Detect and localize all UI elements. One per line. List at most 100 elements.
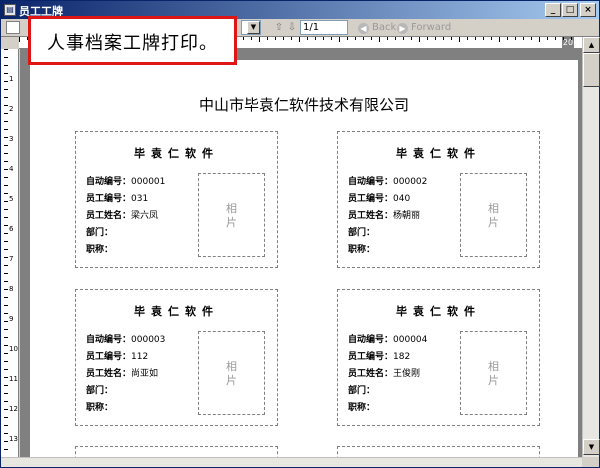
ruler-tick	[4, 441, 8, 442]
vertical-ruler: 1 2 3 4 5 6 7 8 9 10 11 12 13	[1, 49, 19, 457]
ruler-tick	[483, 37, 484, 40]
ruler-tick	[4, 361, 8, 362]
ruler-tick	[379, 37, 380, 42]
back-button[interactable]: ◀ Back	[358, 21, 396, 35]
minimize-button[interactable]: _	[545, 3, 561, 17]
employee-name-field: 员工姓名：梁六凤	[86, 211, 159, 221]
ruler-tick	[419, 37, 420, 42]
photo-label-2: 片	[226, 216, 237, 229]
ruler-tick	[347, 37, 348, 40]
ruler-tick	[323, 37, 324, 40]
ruler-tick	[4, 337, 8, 338]
ruler-number: 1	[9, 75, 14, 83]
job-title-field: 职称：	[348, 403, 376, 413]
preview-canvas: 中山市毕袁仁软件技术有限公司 毕袁仁软件 自动编号：000001 员工编号：03…	[20, 49, 582, 457]
maximize-button[interactable]: □	[562, 3, 578, 17]
badge-card-partial	[75, 446, 278, 457]
company-name: 中山市毕袁仁软件技术有限公司	[198, 96, 409, 114]
ruler-tick	[307, 37, 308, 40]
zoom-combo[interactable]: ▼	[241, 20, 261, 35]
ruler-tick	[4, 129, 8, 130]
department-field: 部门：	[86, 386, 114, 396]
ruler-tick	[435, 37, 436, 40]
report-preview-window: ▤ 员工工牌 _ □ × ▼ ⇧ ⇩ 1/1 ◀ Back ▶ Forward 20…	[0, 0, 600, 468]
auto-number-field: 自动编号：000004	[348, 335, 428, 345]
scroll-down-icon[interactable]: ▼	[583, 439, 600, 455]
ruler-tick	[4, 105, 8, 106]
ruler-number: 8	[9, 285, 14, 293]
department-field: 部门：	[348, 386, 376, 396]
ruler-tick	[291, 37, 292, 40]
ruler-tick	[4, 113, 8, 114]
ruler-tick	[363, 37, 364, 40]
employee-name-field: 员工姓名：杨朝丽	[348, 211, 421, 221]
nav-up-icon[interactable]: ⇧	[274, 21, 284, 34]
ruler-tick	[403, 37, 404, 40]
page-number-field[interactable]: 1/1	[300, 20, 348, 35]
ruler-tick	[4, 177, 8, 178]
ruler-tick	[4, 273, 8, 274]
forward-label: Forward	[411, 22, 452, 33]
ruler-tick	[4, 401, 8, 402]
ruler-tick	[19, 37, 20, 42]
ruler-tick	[243, 37, 244, 40]
ruler-number: 13	[9, 435, 18, 443]
ruler-tick	[4, 345, 8, 346]
ruler-tick	[4, 217, 8, 218]
ruler-tick	[4, 201, 8, 202]
ruler-tick	[4, 89, 8, 90]
ruler-tick	[4, 393, 8, 394]
scroll-thumb[interactable]	[583, 53, 600, 87]
ruler-tick	[4, 97, 8, 98]
ruler-tick	[4, 81, 8, 82]
ruler-tick	[563, 37, 564, 40]
page-setup-icon[interactable]	[6, 21, 20, 34]
ruler-tick	[531, 37, 532, 40]
ruler-tick	[4, 49, 8, 50]
ruler-number: 11	[9, 375, 18, 383]
photo-placeholder: 相 片	[460, 331, 527, 415]
employee-name-field: 员工姓名：王俊刚	[348, 369, 421, 379]
ruler-tick	[4, 321, 8, 322]
nav-down-icon[interactable]: ⇩	[287, 21, 297, 34]
ruler-tick	[499, 37, 500, 42]
photo-placeholder: 相 片	[198, 173, 265, 257]
ruler-number: 2	[9, 105, 14, 113]
auto-number-field: 自动编号：000001	[86, 177, 166, 187]
horizontal-scrollbar[interactable]	[1, 457, 582, 467]
ruler-number: 5	[9, 195, 14, 203]
photo-label-2: 片	[226, 374, 237, 387]
ruler-tick	[4, 425, 8, 426]
ruler-number: 4	[9, 165, 14, 173]
scroll-up-icon[interactable]: ▲	[583, 37, 600, 53]
ruler-tick	[4, 233, 8, 234]
ruler-tick	[4, 417, 8, 418]
ruler-tick	[4, 313, 8, 314]
ruler-tick	[4, 169, 8, 170]
employee-number-field: 员工编号：112	[86, 352, 149, 362]
ruler-number: 6	[9, 225, 14, 233]
ruler-number: 3	[9, 135, 14, 143]
close-button[interactable]: ×	[580, 3, 596, 17]
ruler-tick	[355, 37, 356, 40]
ruler-tick	[4, 57, 8, 58]
ruler-tick	[267, 37, 268, 40]
back-icon: ◀	[358, 23, 369, 34]
ruler-tick	[411, 37, 412, 40]
ruler-tick	[4, 305, 8, 306]
report-window-icon: ▤	[4, 4, 16, 16]
ruler-tick	[259, 37, 260, 42]
ruler-tick	[571, 37, 572, 40]
ruler-tick	[4, 409, 8, 410]
badge-card: 毕袁仁软件 自动编号：000003 员工编号：112 员工姓名：尚亚如 部门： …	[75, 289, 278, 426]
ruler-tick	[539, 37, 540, 42]
ruler-tick	[4, 161, 8, 162]
forward-button[interactable]: ▶ Forward	[397, 21, 451, 35]
ruler-tick	[4, 209, 8, 210]
ruler-tick	[251, 37, 252, 40]
ruler-corner	[1, 37, 19, 49]
dropdown-icon[interactable]: ▼	[247, 21, 260, 34]
vertical-scrollbar[interactable]: ▲ ▼	[582, 37, 600, 457]
ruler-tick	[459, 37, 460, 42]
employee-number-field: 员工编号：182	[348, 352, 411, 362]
